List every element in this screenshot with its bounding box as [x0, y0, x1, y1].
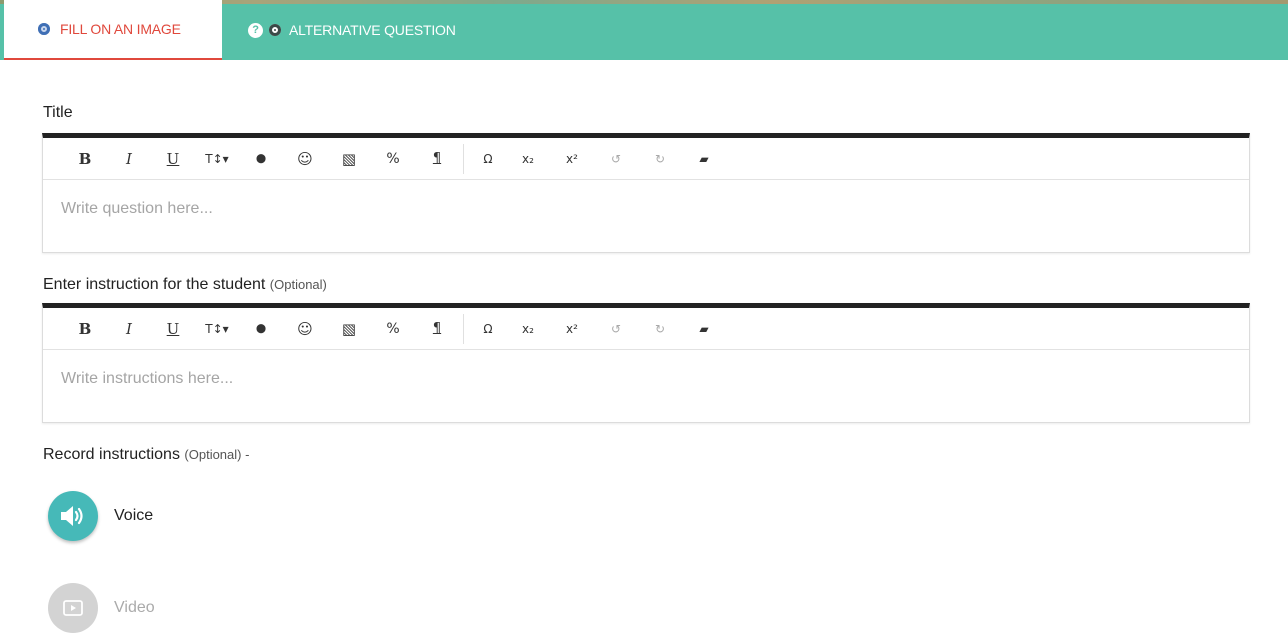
tab-fill-label: FILL ON AN IMAGE: [60, 21, 181, 37]
underline-button[interactable]: U: [151, 143, 195, 175]
omega-icon[interactable]: Ω: [470, 313, 506, 345]
tab-fill-on-image[interactable]: FILL ON AN IMAGE: [4, 0, 222, 60]
omega-icon[interactable]: Ω: [470, 143, 506, 175]
tab-alt-label: ALTERNATIVE QUESTION: [289, 22, 456, 38]
tab-alternative-question[interactable]: ? ALTERNATIVE QUESTION: [248, 0, 456, 60]
radio-icon: [269, 24, 281, 36]
image-icon[interactable]: ▧: [327, 313, 371, 345]
help-icon[interactable]: ?: [248, 22, 263, 38]
color-drop-icon[interactable]: ⬤: [239, 143, 283, 175]
instruction-label-text: Enter instruction for the student: [43, 276, 266, 293]
subscript-icon[interactable]: x₂: [506, 313, 550, 345]
image-icon[interactable]: ▧: [327, 143, 371, 175]
font-size-button[interactable]: T↕▾: [195, 143, 239, 175]
underline-button[interactable]: U: [151, 313, 195, 345]
title-input[interactable]: Write question here...: [43, 180, 1249, 252]
toolbar-divider: [463, 313, 464, 344]
video-record-button[interactable]: Video: [48, 583, 155, 633]
instruction-editor: B I U T↕▾ ⬤ ☺ ▧ % ¶ Ω x₂ x² ↺ ↻ ▰ Write …: [42, 303, 1250, 423]
undo-icon[interactable]: ↺: [594, 313, 638, 345]
instruction-label: Enter instruction for the student (Optio…: [43, 276, 327, 294]
title-label-text: Title: [43, 104, 73, 121]
toolbar-divider: [463, 143, 464, 174]
instruction-toolbar: B I U T↕▾ ⬤ ☺ ▧ % ¶ Ω x₂ x² ↺ ↻ ▰: [43, 308, 1249, 350]
tab-bar: FILL ON AN IMAGE ? ALTERNATIVE QUESTION: [0, 0, 1288, 60]
voice-icon[interactable]: [48, 491, 98, 541]
record-label-text: Record instructions: [43, 446, 180, 463]
voice-label: Voice: [114, 507, 154, 524]
subscript-icon[interactable]: x₂: [506, 143, 550, 175]
italic-button[interactable]: I: [107, 143, 151, 175]
instruction-input[interactable]: Write instructions here...: [43, 350, 1249, 422]
link-icon[interactable]: %: [371, 313, 415, 345]
instruction-optional: (Optional): [269, 277, 327, 292]
link-icon[interactable]: %: [371, 143, 415, 175]
eraser-icon[interactable]: ▰: [682, 313, 726, 345]
title-label: Title: [43, 104, 73, 122]
bold-button[interactable]: B: [63, 313, 107, 345]
voice-record-button[interactable]: Voice: [48, 491, 153, 541]
paragraph-icon[interactable]: ¶: [415, 143, 459, 175]
undo-icon[interactable]: ↺: [594, 143, 638, 175]
redo-icon[interactable]: ↻: [638, 313, 682, 345]
superscript-icon[interactable]: x²: [550, 143, 594, 175]
superscript-icon[interactable]: x²: [550, 313, 594, 345]
emoji-icon[interactable]: ☺: [283, 313, 327, 345]
video-icon[interactable]: [48, 583, 98, 633]
color-drop-icon[interactable]: ⬤: [239, 313, 283, 345]
eraser-icon[interactable]: ▰: [682, 143, 726, 175]
font-size-button[interactable]: T↕▾: [195, 313, 239, 345]
video-label: Video: [114, 599, 155, 616]
paragraph-icon[interactable]: ¶: [415, 313, 459, 345]
record-optional: (Optional) -: [184, 447, 250, 462]
italic-button[interactable]: I: [107, 313, 151, 345]
emoji-icon[interactable]: ☺: [283, 143, 327, 175]
radio-selected-icon: [38, 23, 50, 35]
title-toolbar: B I U T↕▾ ⬤ ☺ ▧ % ¶ Ω x₂ x² ↺ ↻ ▰: [43, 138, 1249, 180]
title-editor: B I U T↕▾ ⬤ ☺ ▧ % ¶ Ω x₂ x² ↺ ↻ ▰ Write …: [42, 133, 1250, 253]
bold-button[interactable]: B: [63, 143, 107, 175]
record-label: Record instructions (Optional) -: [43, 446, 249, 464]
redo-icon[interactable]: ↻: [638, 143, 682, 175]
